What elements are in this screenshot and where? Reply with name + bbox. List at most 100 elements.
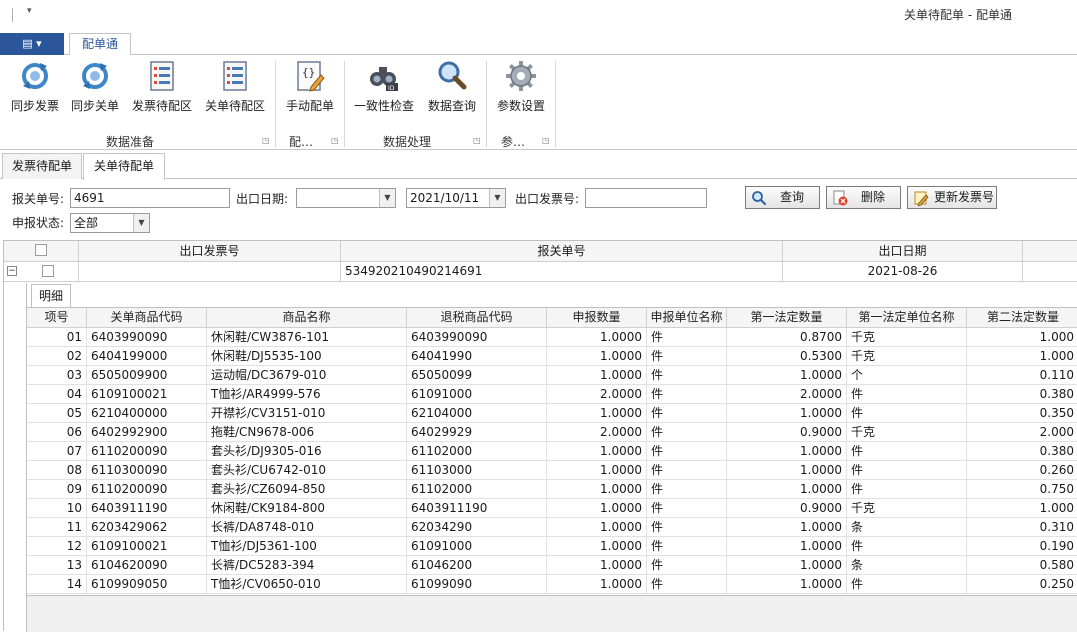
col-header-first-legal-unit[interactable]: 第一法定单位名称 (847, 308, 967, 328)
master-row[interactable]: − 534920210490214691 2021-08-26 (4, 262, 1077, 282)
cell-first-legal-qty: 0.5300 (727, 347, 847, 366)
cell-item-no: 14 (27, 575, 87, 594)
cell-second-legal-qty: 1.000 (967, 328, 1077, 347)
cell-declared-unit: 件 (647, 499, 727, 518)
app-menu-button[interactable]: ▤ ▾ (0, 33, 64, 55)
col-header-declared-unit[interactable]: 申报单位名称 (647, 308, 727, 328)
manual-match-button[interactable]: {} 手动配单 (282, 59, 338, 119)
gear-icon (506, 61, 536, 91)
col-header-second-legal-qty[interactable]: 第二法定数量 (967, 308, 1077, 328)
chevron-down-icon[interactable]: ▼ (379, 189, 395, 207)
customs-grid: 出口发票号 报关单号 出口日期 − 534920210490214691 202… (3, 240, 1077, 632)
sync-customs-button[interactable]: 同步关单 (66, 59, 124, 119)
select-all-checkbox[interactable] (35, 244, 47, 256)
table-row[interactable]: 08 6110300090 套头衫/CU6742-010 61103000 1.0000… (27, 461, 1077, 480)
col-header-export-date[interactable]: 出口日期 (783, 241, 1023, 262)
invoice-pending-area-button[interactable]: 发票待配区 (128, 59, 196, 119)
group-label-params: 参… (500, 135, 525, 149)
ribbon-tab-peidantong[interactable]: 配单通 (69, 33, 131, 56)
query-button[interactable]: 查询 (745, 186, 820, 209)
sync-icon (82, 63, 108, 89)
row-checkbox[interactable] (42, 265, 54, 277)
cell-second-legal-qty: 1.000 (967, 347, 1077, 366)
customs-pending-area-button[interactable]: 关单待配区 (201, 59, 269, 119)
quick-access-dropdown-icon[interactable]: ▾ (27, 6, 32, 16)
table-row[interactable]: 06 6402992900 拖鞋/CN9678-006 64029929 2.0000 件… (27, 423, 1077, 442)
cell-customs-code: 6505009900 (87, 366, 207, 385)
table-row[interactable]: 03 6505009900 运动帽/DC3679-010 65050099 1.0000… (27, 366, 1077, 385)
col-header-customs-no[interactable]: 报关单号 (341, 241, 783, 262)
cell-item-no: 10 (27, 499, 87, 518)
export-date-to-picker[interactable]: 2021/10/11 ▼ (406, 188, 506, 208)
col-header-item-no[interactable]: 项号 (27, 308, 87, 328)
export-date-from-picker[interactable]: ▼ (296, 188, 396, 208)
table-row[interactable]: 05 6210400000 开襟衫/CV3151-010 62104000 1.0000… (27, 404, 1077, 423)
data-query-button[interactable]: 数据查询 (424, 59, 480, 119)
window-title: 关单待配单 - 配单通 (904, 8, 1012, 22)
table-row[interactable]: 11 6203429062 长裤/DA8748-010 62034290 1.0000 件… (27, 518, 1077, 537)
cell-item-no: 05 (27, 404, 87, 423)
export-invoice-input[interactable] (585, 188, 707, 208)
table-row[interactable]: 02 6404199000 休闲鞋/DJ5535-100 64041990 1.0000… (27, 347, 1077, 366)
cell-first-legal-qty: 2.0000 (727, 385, 847, 404)
table-row[interactable]: 01 6403990090 休闲鞋/CW3876-101 6403990090 1.00… (27, 328, 1077, 347)
master-row-controls: − (4, 262, 79, 282)
cell-customs-code: 6110300090 (87, 461, 207, 480)
ribbon: 同步发票 同步关单 发票待配区 关单待配区 {} 手动配单 ID 一致性检查 数… (0, 55, 1077, 150)
table-row[interactable]: 14 6109909050 T恤衫/CV0650-010 61099090 1.0000… (27, 575, 1077, 594)
cell-second-legal-qty: 0.310 (967, 518, 1077, 537)
cell-declared-qty: 1.0000 (547, 366, 647, 385)
col-header-refund-code[interactable]: 退税商品代码 (407, 308, 547, 328)
col-header-customs-code[interactable]: 关单商品代码 (87, 308, 207, 328)
table-row[interactable]: 04 6109100021 T恤衫/AR4999-576 61091000 2.0000… (27, 385, 1077, 404)
col-header-first-legal-qty[interactable]: 第一法定数量 (727, 308, 847, 328)
cell-refund-code: 65050099 (407, 366, 547, 385)
cell-refund-code: 61091000 (407, 537, 547, 556)
status-select[interactable]: 全部 ▼ (70, 213, 150, 233)
group-expander-icon[interactable]: ◳ (473, 136, 481, 145)
master-header: 出口发票号 报关单号 出口日期 (4, 241, 1077, 262)
cell-first-legal-qty: 1.0000 (727, 518, 847, 537)
cell-item-no: 01 (27, 328, 87, 347)
chevron-down-icon[interactable]: ▼ (133, 214, 149, 232)
col-header-declared-qty[interactable]: 申报数量 (547, 308, 647, 328)
cell-first-legal-qty: 1.0000 (727, 575, 847, 594)
cell-first-legal-unit: 件 (847, 480, 967, 499)
cell-declared-qty: 1.0000 (547, 556, 647, 575)
delete-button[interactable]: 删除 (826, 186, 901, 209)
tab-invoice-pending[interactable]: 发票待配单 (2, 153, 82, 179)
group-expander-icon[interactable]: ◳ (262, 136, 270, 145)
table-row[interactable]: 10 6403911190 休闲鞋/CK9184-800 6403911190 1.00… (27, 499, 1077, 518)
table-row[interactable]: 09 6110200090 套头衫/CZ6094-850 61102000 1.0000… (27, 480, 1077, 499)
chevron-down-icon[interactable]: ▼ (489, 189, 505, 207)
settings-button[interactable]: 参数设置 (493, 59, 549, 119)
cell-first-legal-unit: 条 (847, 518, 967, 537)
col-header-invoice-no[interactable]: 出口发票号 (79, 241, 341, 262)
cell-first-legal-unit: 件 (847, 575, 967, 594)
sync-invoice-button[interactable]: 同步发票 (6, 59, 64, 119)
update-invoice-button[interactable]: 更新发票号 (907, 186, 997, 209)
customs-no-input[interactable]: 4691 (70, 188, 230, 208)
cell-declared-unit: 件 (647, 328, 727, 347)
tab-detail[interactable]: 明细 (31, 284, 71, 307)
table-row[interactable]: 12 6109100021 T恤衫/DJ5361-100 61091000 1.0000… (27, 537, 1077, 556)
table-row[interactable]: 13 6104620090 长裤/DC5283-394 61046200 1.0000 件… (27, 556, 1077, 575)
collapse-icon[interactable]: − (7, 266, 17, 276)
cell-product-name: 休闲鞋/CW3876-101 (207, 328, 407, 347)
cell-first-legal-qty: 1.0000 (727, 556, 847, 575)
export-date-to-value: 2021/10/11 (410, 191, 480, 205)
consistency-check-button[interactable]: ID 一致性检查 (351, 59, 417, 119)
update-invoice-button-label: 更新发票号 (934, 190, 995, 204)
table-row[interactable]: 07 6110200090 套头衫/DJ9305-016 61102000 1.0000… (27, 442, 1077, 461)
group-expander-icon[interactable]: ◳ (542, 136, 550, 145)
customs-no-label: 报关单号: (12, 192, 65, 206)
group-expander-icon[interactable]: ◳ (331, 136, 339, 145)
cell-second-legal-qty: 0.380 (967, 442, 1077, 461)
customs-pending-area-label: 关单待配区 (204, 99, 265, 113)
cell-product-name: 休闲鞋/DJ5535-100 (207, 347, 407, 366)
binoculars-icon: ID (370, 67, 398, 92)
col-header-product-name[interactable]: 商品名称 (207, 308, 407, 328)
cell-item-no: 13 (27, 556, 87, 575)
tab-customs-pending[interactable]: 关单待配单 (83, 153, 165, 180)
cell-customs-code: 6104620090 (87, 556, 207, 575)
